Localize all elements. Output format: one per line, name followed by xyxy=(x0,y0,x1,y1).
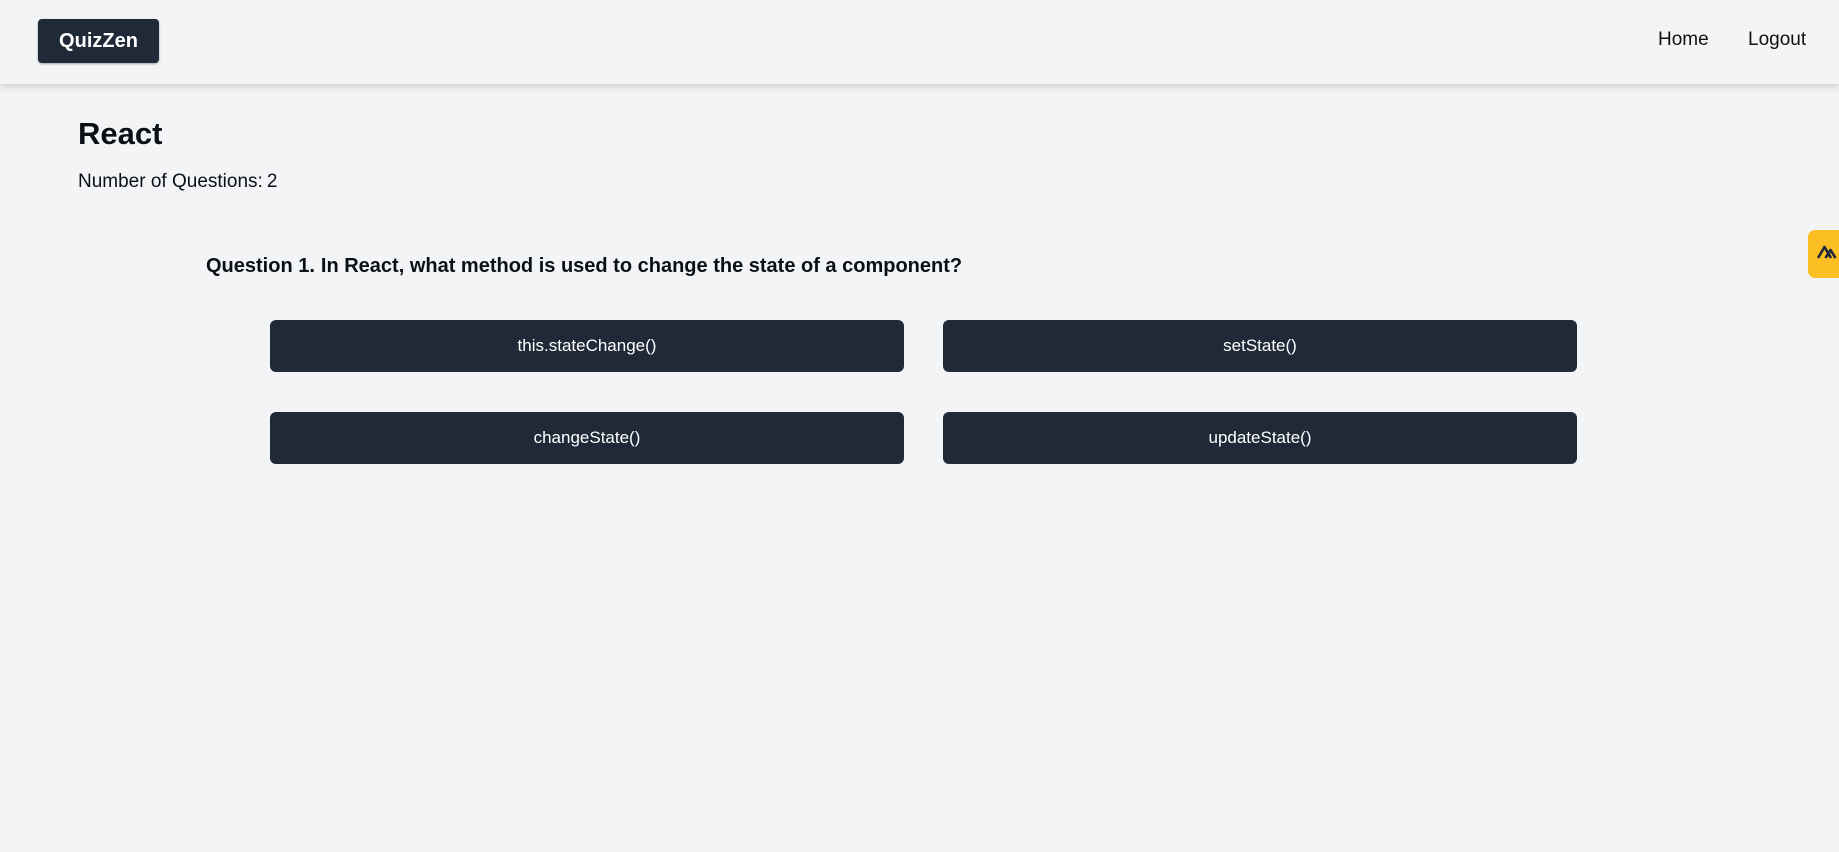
quiz-title: React xyxy=(78,116,163,151)
answer-option-2[interactable]: setState() xyxy=(943,320,1577,372)
question-count-label: Number of Questions: xyxy=(78,171,263,192)
answer-option-3[interactable]: changeState() xyxy=(270,412,904,464)
answer-option-1[interactable]: this.stateChange() xyxy=(270,320,904,372)
question-body: In React, what method is used to change … xyxy=(320,255,963,277)
answer-option-4[interactable]: updateState() xyxy=(943,412,1577,464)
question-count: Number of Questions: 2 xyxy=(78,170,277,194)
question-text: Question 1. In React, what method is used… xyxy=(206,253,962,279)
question-number: Question 1. xyxy=(206,255,315,277)
nav-link-home[interactable]: Home xyxy=(1658,28,1709,52)
question-count-value: 2 xyxy=(266,171,278,192)
side-widget-tab[interactable] xyxy=(1808,230,1839,278)
nav-link-logout[interactable]: Logout xyxy=(1748,28,1806,52)
logo-button[interactable]: QuizZen xyxy=(38,19,159,63)
navbar: QuizZen Home Logout xyxy=(0,0,1839,84)
double-chevron-up-icon xyxy=(1816,244,1837,265)
